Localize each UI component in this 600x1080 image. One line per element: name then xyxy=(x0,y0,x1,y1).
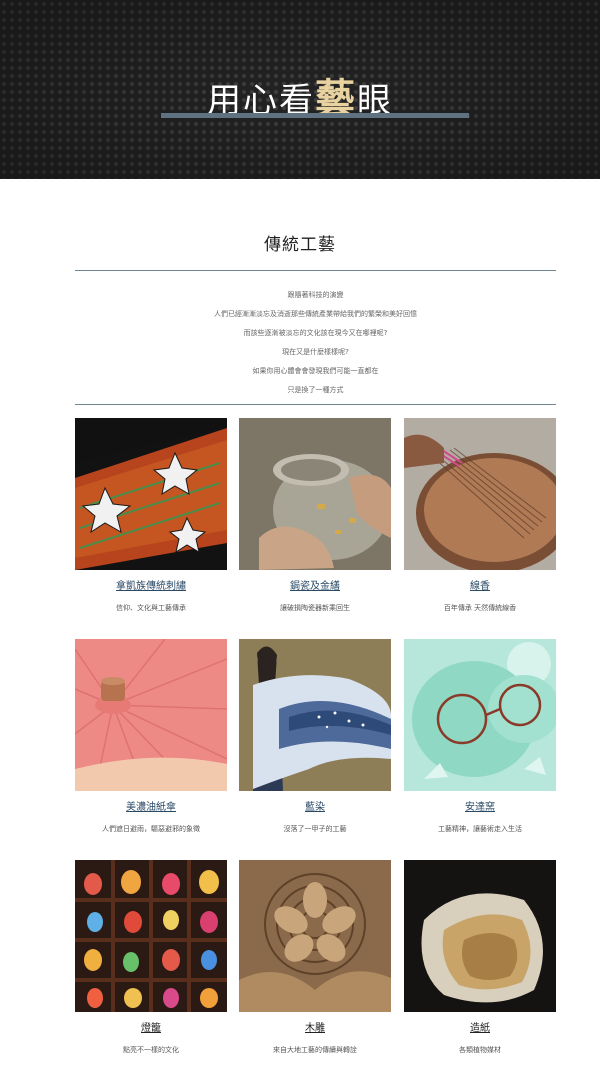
intro-line: 如果你用心體會會發現我們可能一直都在 xyxy=(252,367,379,375)
craft-card: 燈籠 點亮不一樣的文化 xyxy=(75,860,227,1055)
umbrella-image[interactable] xyxy=(75,639,227,791)
craft-card: 造紙 各類植物媒材 xyxy=(404,860,556,1055)
craft-desc: 來自大地工藝的傳續與轉詮 xyxy=(273,1046,357,1054)
craft-title-link[interactable]: 木雕 xyxy=(239,1019,391,1034)
celadon-glasses-image[interactable] xyxy=(404,639,556,791)
craft-desc: 工藝精神，讓藝術走入生活 xyxy=(438,825,522,833)
indigo-dye-image[interactable] xyxy=(239,639,391,791)
craft-desc: 百年傳承 天然傳統線香 xyxy=(443,604,517,612)
divider-top xyxy=(75,270,556,271)
incense-image[interactable] xyxy=(404,418,556,570)
craft-card: 美濃油紙傘 人們遮日避雨，驅惡避邪的象徵 xyxy=(75,639,227,834)
craft-title-link[interactable]: 鋦瓷及金繕 xyxy=(239,577,391,592)
craft-card: 拿凱族傳統刺繡 信仰、文化與工藝傳承 xyxy=(75,418,227,613)
craft-desc: 各類植物媒材 xyxy=(459,1046,501,1054)
craft-desc: 點亮不一樣的文化 xyxy=(123,1046,179,1054)
craft-desc: 讓破損陶瓷器新乘回生 xyxy=(280,604,350,612)
divider-bottom xyxy=(75,404,556,405)
craft-title-link[interactable]: 美濃油紙傘 xyxy=(75,798,227,813)
craft-desc: 信仰、文化與工藝傳承 xyxy=(116,604,186,612)
craft-title-link[interactable]: 藍染 xyxy=(239,798,391,813)
craft-card: 藍染 沒落了一甲子的工藝 xyxy=(239,639,391,834)
intro-text: 跟隨著科技的演變 人們已經漸漸淡忘及消逝那些傳統產業帶給我們的繁榮和美好回憶 而… xyxy=(75,286,556,400)
craft-card: 木雕 來自大地工藝的傳續與轉詮 xyxy=(239,860,391,1055)
hero-underline xyxy=(161,113,469,118)
tea-bowl-image[interactable] xyxy=(239,418,391,570)
craft-card: 鋦瓷及金繕 讓破損陶瓷器新乘回生 xyxy=(239,418,391,613)
intro-line: 跟隨著科技的演變 xyxy=(287,291,344,299)
section-title: 傳統工藝 xyxy=(264,235,336,255)
paper-making-image[interactable] xyxy=(404,860,556,1012)
embroidery-image[interactable] xyxy=(75,418,227,570)
wood-carving-image[interactable] xyxy=(239,860,391,1012)
intro-line: 現在又是什麼樣樣呢? xyxy=(282,348,349,356)
craft-desc: 人們遮日避雨，驅惡避邪的象徵 xyxy=(102,825,200,833)
intro-line: 人們已經漸漸淡忘及消逝那些傳統產業帶給我們的繁榮和美好回憶 xyxy=(214,310,417,318)
craft-title-link[interactable]: 燈籠 xyxy=(75,1019,227,1034)
craft-title-link[interactable]: 線香 xyxy=(404,577,556,592)
craft-card: 安達窯 工藝精神，讓藝術走入生活 xyxy=(404,639,556,834)
hero-banner: 用心看藝眼 xyxy=(0,0,600,179)
craft-title-link[interactable]: 拿凱族傳統刺繡 xyxy=(75,577,227,592)
craft-card: 線香 百年傳承 天然傳統線香 xyxy=(404,418,556,613)
craft-title-link[interactable]: 安達窯 xyxy=(404,798,556,813)
lantern-image[interactable] xyxy=(75,860,227,1012)
craft-desc: 沒落了一甲子的工藝 xyxy=(283,825,347,833)
intro-line: 而該些逐漸被淡忘的文化該在現今又在哪裡呢? xyxy=(243,329,388,337)
intro-line: 只是換了一種方式 xyxy=(287,386,344,394)
craft-title-link[interactable]: 造紙 xyxy=(404,1019,556,1034)
